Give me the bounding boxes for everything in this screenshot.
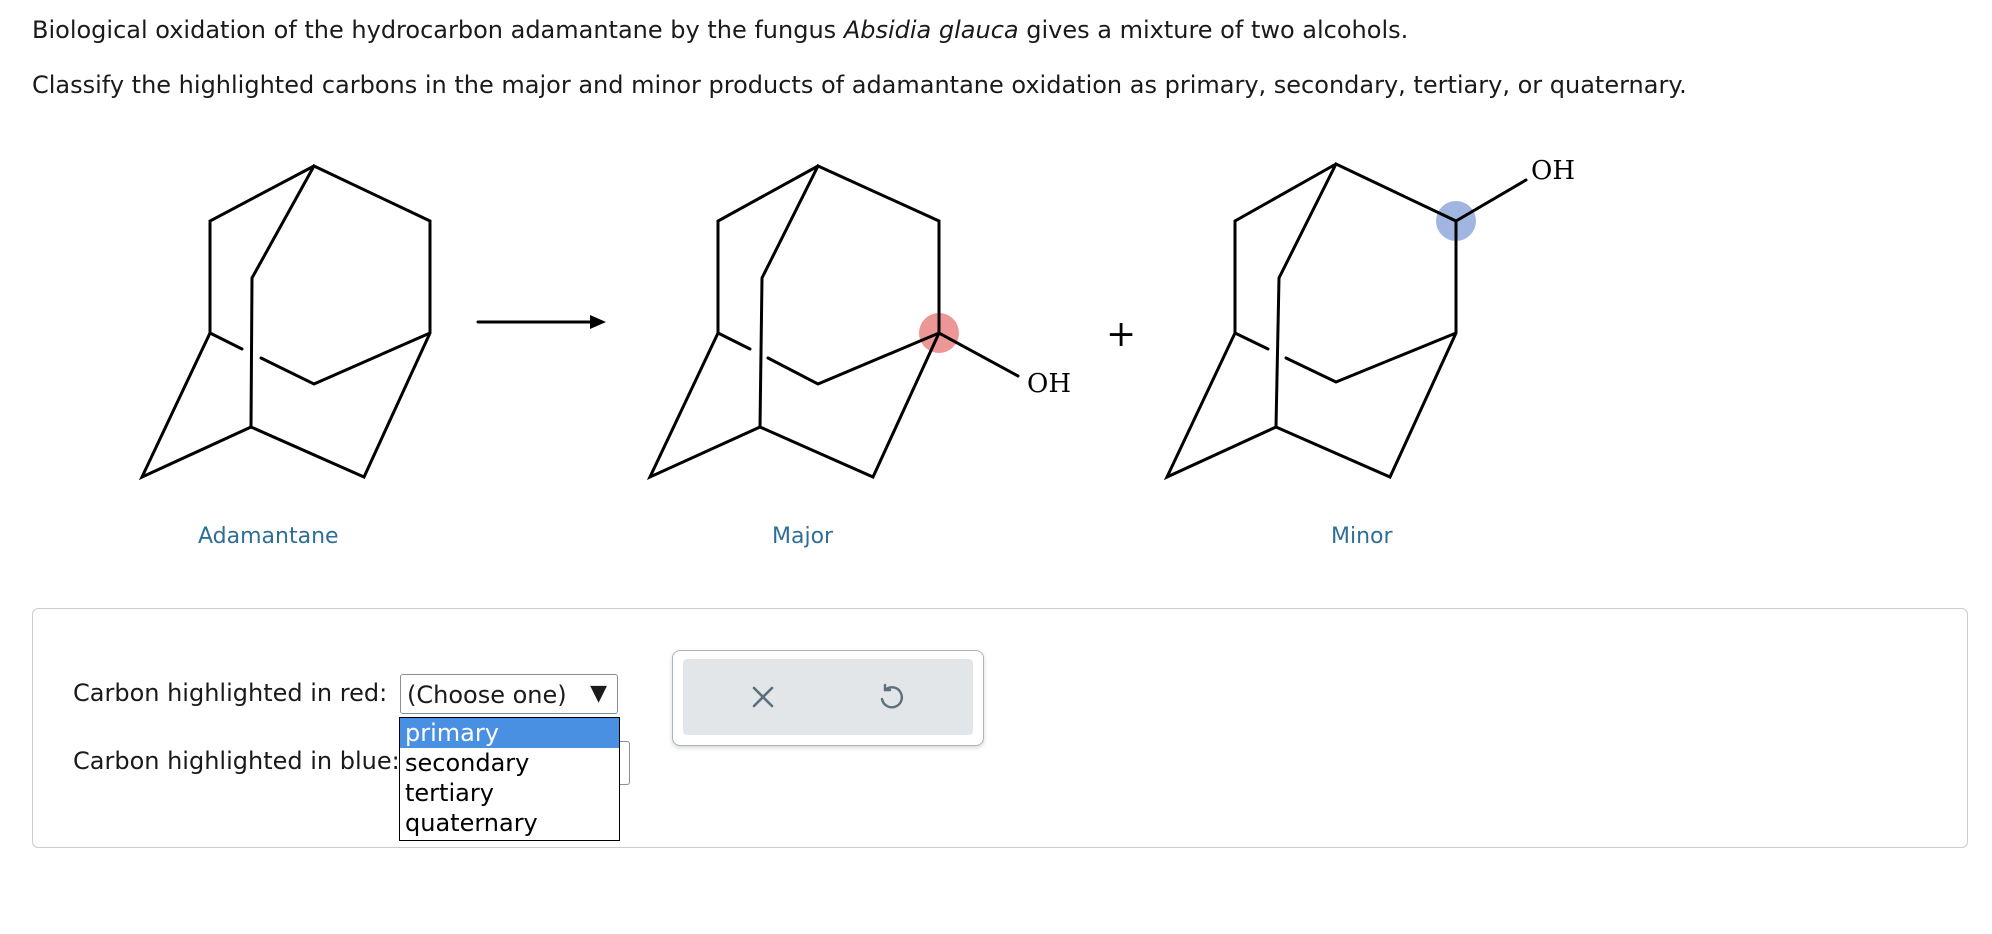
dropdown-arrow-icon: ▼ — [590, 681, 607, 706]
red-carbon-select[interactable]: (Choose one) ▼ — [400, 674, 618, 714]
dropdown-options-list[interactable]: primary secondary tertiary quaternary — [399, 717, 620, 841]
major-product-structure: OH — [646, 164, 1071, 481]
red-carbon-label: Carbon highlighted in red: — [73, 679, 388, 707]
toolbar-inner — [683, 659, 973, 735]
reaction-scheme: OH + OH — [138, 156, 1575, 481]
clear-button[interactable] — [743, 677, 783, 717]
question-line-2: Classify the highlighted carbons in the … — [32, 71, 1687, 99]
reaction-arrow — [476, 315, 606, 329]
question-line-1-start: Biological oxidation of the hydrocarbon … — [32, 16, 844, 44]
undo-button[interactable] — [871, 677, 911, 717]
major-label: Major — [772, 524, 834, 549]
question-line-1: Biological oxidation of the hydrocarbon … — [32, 16, 1408, 44]
undo-icon — [880, 683, 904, 709]
species-name: Absidia glauca — [843, 16, 1019, 44]
blue-carbon-label: Carbon highlighted in blue: — [73, 747, 400, 775]
minor-product-structure: OH — [1163, 156, 1575, 481]
plus-sign: + — [1106, 314, 1136, 355]
answer-panel — [32, 608, 1968, 848]
major-oh-label: OH — [1027, 369, 1071, 399]
option-tertiary[interactable]: tertiary — [400, 778, 619, 808]
action-toolbar — [672, 650, 984, 746]
adamantane-structure — [138, 164, 432, 481]
minor-oh-label: OH — [1531, 156, 1575, 186]
adamantane-label: Adamantane — [198, 524, 339, 549]
option-secondary[interactable]: secondary — [400, 748, 619, 778]
minor-label: Minor — [1331, 524, 1393, 549]
red-select-value: (Choose one) — [407, 681, 567, 709]
option-quaternary[interactable]: quaternary — [400, 808, 619, 838]
option-primary[interactable]: primary — [400, 718, 619, 748]
question-line-1-end: gives a mixture of two alcohols. — [1018, 16, 1409, 44]
x-icon — [752, 686, 774, 708]
